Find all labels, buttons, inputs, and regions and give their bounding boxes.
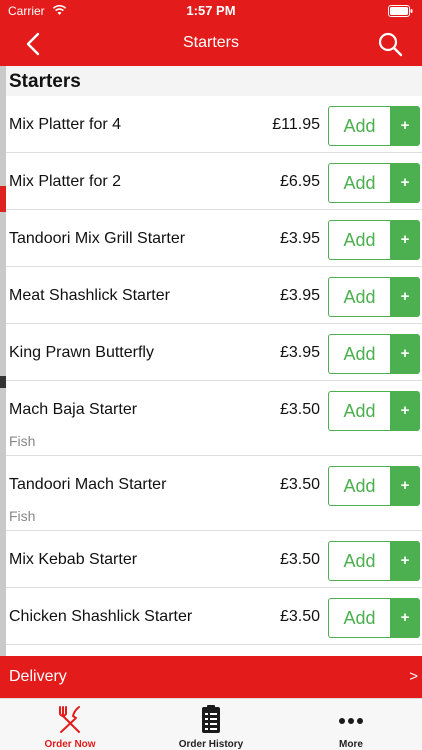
item-name: Mix Platter for 4	[9, 116, 122, 133]
menu-panel: Starters Mix Platter for 4 £11.95 Add + Mix …	[6, 66, 422, 656]
plus-icon[interactable]: +	[390, 106, 420, 146]
item-name: King Prawn Butterfly	[9, 344, 154, 361]
menu-item: Mach Baja Starter £3.50 Fish Add +	[6, 381, 422, 456]
add-button[interactable]: Add +	[328, 277, 420, 317]
add-button[interactable]: Add +	[328, 163, 420, 203]
menu-item: Mix Platter for 2 £6.95 Add +	[6, 153, 422, 210]
menu-item: Tandoori Mix Grill Starter £3.95 Add +	[6, 210, 422, 267]
plus-icon[interactable]: +	[390, 334, 420, 374]
add-button-label[interactable]: Add	[328, 541, 390, 581]
page-title: Starters	[182, 34, 239, 51]
plus-icon[interactable]: +	[390, 220, 420, 260]
item-name: Tandoori Mix Grill Starter	[9, 230, 186, 247]
item-price: £11.95	[272, 116, 320, 133]
menu-item: King Prawn Butterfly £3.95 Add +	[6, 324, 422, 381]
add-button-label[interactable]: Add	[328, 466, 390, 506]
add-button-label[interactable]: Add	[328, 391, 390, 431]
menu-item: Chicken Shashlick Starter £3.50 Add +	[6, 588, 422, 645]
status-bar: Carrier 1:57 PM	[0, 0, 422, 22]
plus-icon[interactable]: +	[390, 541, 420, 581]
item-name: Mix Platter for 2	[9, 173, 122, 190]
add-button[interactable]: Add +	[328, 541, 420, 581]
item-price: £6.95	[279, 173, 320, 190]
app-header: Carrier 1:57 PM Starters	[0, 0, 422, 66]
item-name: Tandoori Mach Starter	[9, 476, 167, 493]
item-price: £3.95	[279, 287, 320, 304]
add-button[interactable]: Add +	[328, 466, 420, 506]
menu-item: Meat Shashlick Starter £3.95 Add +	[6, 267, 422, 324]
add-button-label[interactable]: Add	[328, 277, 390, 317]
item-name: Meat Shashlick Starter	[9, 287, 170, 304]
add-button[interactable]: Add +	[328, 391, 420, 431]
add-button-label[interactable]: Add	[328, 598, 390, 638]
item-price: £3.95	[279, 230, 320, 247]
item-price: £3.95	[279, 344, 320, 361]
tab-label: More	[339, 739, 363, 750]
fork-knife-icon	[59, 706, 80, 733]
tab-bar: Order Now Order History More	[0, 698, 422, 750]
item-name: Chicken Shashlick Starter	[9, 608, 193, 625]
chevron-right-icon: >	[409, 668, 418, 685]
tab-label: Order History	[178, 739, 244, 750]
nav-bar: Starters	[0, 22, 422, 66]
item-category: Fish	[9, 508, 36, 524]
tab-order-history[interactable]: Order History	[141, 699, 281, 750]
delivery-bar[interactable]: Delivery >	[0, 656, 422, 698]
plus-icon[interactable]: +	[390, 466, 420, 506]
menu-item: Mix Platter for 4 £11.95 Add +	[6, 96, 422, 153]
add-button[interactable]: Add +	[328, 334, 420, 374]
add-button-label[interactable]: Add	[328, 163, 390, 203]
add-button-label[interactable]: Add	[328, 220, 390, 260]
plus-icon[interactable]: +	[390, 163, 420, 203]
item-price: £3.50	[279, 608, 320, 625]
item-price: £3.50	[279, 551, 320, 568]
plus-icon[interactable]: +	[390, 598, 420, 638]
plus-icon[interactable]: +	[390, 391, 420, 431]
delivery-label: Delivery	[9, 668, 67, 685]
clipboard-icon	[202, 705, 220, 733]
section-header: Starters	[6, 66, 422, 96]
search-icon[interactable]	[376, 30, 404, 58]
menu-item: Mix Kebab Starter £3.50 Add +	[6, 531, 422, 588]
add-button[interactable]: Add +	[328, 598, 420, 638]
add-button[interactable]: Add +	[328, 106, 420, 146]
plus-icon[interactable]: +	[390, 277, 420, 317]
clock: 1:57 PM	[186, 3, 236, 18]
item-price: £3.50	[279, 401, 320, 418]
more-dots-icon	[339, 718, 363, 724]
menu-item-list: Mix Platter for 4 £11.95 Add + Mix Platter f…	[6, 96, 422, 645]
tab-label: Order Now	[44, 739, 96, 750]
item-name: Mix Kebab Starter	[9, 551, 138, 568]
battery-icon	[388, 5, 413, 17]
item-category: Fish	[9, 433, 36, 449]
item-name: Mach Baja Starter	[9, 401, 138, 418]
tab-more[interactable]: More	[281, 699, 421, 750]
tab-order-now[interactable]: Order Now	[0, 699, 140, 750]
add-button[interactable]: Add +	[328, 220, 420, 260]
item-price: £3.50	[279, 476, 320, 493]
menu-item: Tandoori Mach Starter £3.50 Fish Add +	[6, 456, 422, 531]
add-button-label[interactable]: Add	[328, 334, 390, 374]
add-button-label[interactable]: Add	[328, 106, 390, 146]
